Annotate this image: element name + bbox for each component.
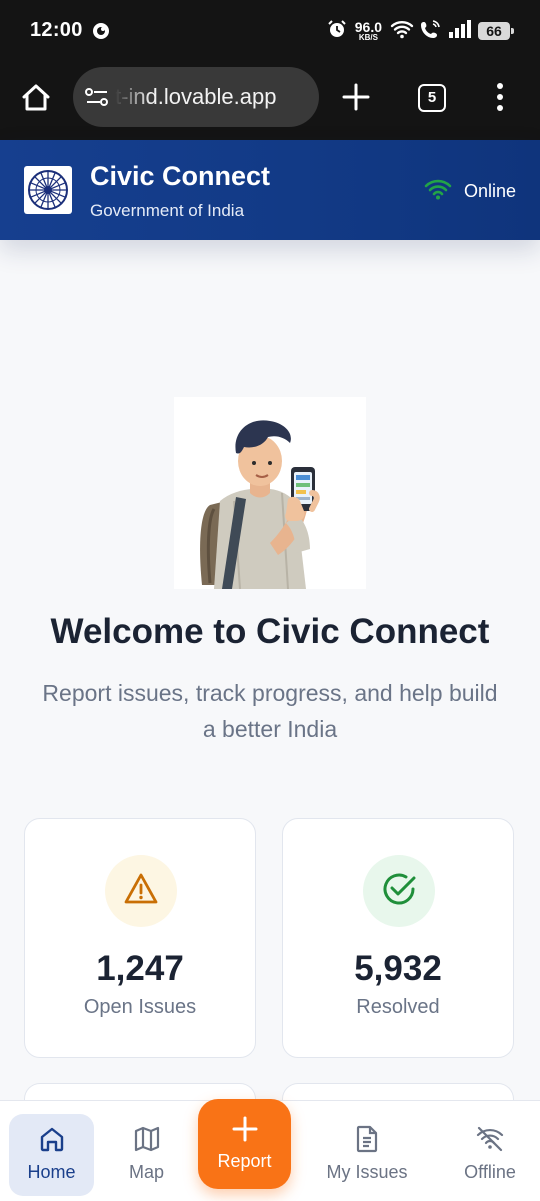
tab-switcher-button[interactable]: 5 <box>418 84 446 112</box>
warning-icon <box>123 872 159 911</box>
notification-app-icon <box>92 22 110 45</box>
stat-icon-badge <box>363 855 435 927</box>
connection-status: Online <box>424 178 516 205</box>
nav-map-label: Map <box>128 1162 164 1182</box>
address-bar[interactable]: t-ind.lovable.app <box>73 67 319 127</box>
document-icon <box>354 1124 380 1154</box>
wifi-icon <box>390 19 414 44</box>
nav-offline[interactable]: Offline <box>446 1114 534 1196</box>
resolved-label: Resolved <box>356 996 440 1018</box>
stat-card-open-issues[interactable]: 1,247 Open Issues <box>24 818 256 1058</box>
plus-icon <box>231 1115 259 1143</box>
open-issues-label: Open Issues <box>83 996 197 1018</box>
bottom-navigation: Home Map Report My Issues Offline <box>0 1099 540 1201</box>
signal-icon <box>448 19 472 44</box>
system-status-bar: 12:00 96.0 KB/S 66 <box>0 0 540 60</box>
connection-status-label: Online <box>463 181 516 201</box>
nav-offline-label: Offline <box>464 1162 516 1182</box>
welcome-subtitle: Report issues, track progress, and help … <box>42 680 498 742</box>
government-emblem-logo <box>24 166 72 214</box>
home-icon <box>38 1124 66 1154</box>
nav-home-label: Home <box>27 1162 76 1182</box>
map-icon <box>133 1124 161 1154</box>
wifi-online-icon <box>424 178 452 205</box>
wifi-calling-icon <box>420 19 442 44</box>
nav-map[interactable]: Map <box>104 1114 189 1196</box>
wifi-off-icon <box>475 1124 505 1154</box>
check-circle-icon <box>380 870 418 913</box>
nav-my-issues[interactable]: My Issues <box>310 1114 424 1196</box>
overflow-menu-icon[interactable] <box>494 82 506 117</box>
app-subtitle: Government of India <box>90 201 245 220</box>
stat-icon-badge <box>105 855 177 927</box>
report-issue-button[interactable]: Report <box>198 1099 291 1189</box>
url-text[interactable]: t-ind.lovable.app <box>115 67 319 127</box>
site-settings-icon[interactable] <box>85 87 109 112</box>
nav-home[interactable]: Home <box>9 1114 94 1196</box>
app-title: Civic Connect <box>90 161 271 191</box>
alarm-icon <box>327 19 347 44</box>
open-issues-count: 1,247 <box>96 949 184 988</box>
hero-illustration <box>174 397 366 590</box>
network-speed-unit: KB/S <box>358 33 378 42</box>
app-header: Civic Connect Government of India Online <box>0 140 540 240</box>
resolved-count: 5,932 <box>354 949 442 988</box>
browser-home-icon[interactable] <box>20 82 52 114</box>
new-tab-icon[interactable] <box>341 82 371 117</box>
stat-card-resolved[interactable]: 5,932 Resolved <box>282 818 514 1058</box>
nav-my-issues-label: My Issues <box>326 1162 408 1182</box>
home-content: Welcome to Civic Connect Report issues, … <box>0 240 540 1143</box>
welcome-title: Welcome to Civic Connect <box>50 612 490 651</box>
report-button-label: Report <box>217 1151 272 1171</box>
clock: 12:00 <box>30 19 83 41</box>
status-icons: 96.0 KB/S 66 <box>327 18 514 44</box>
battery-indicator: 66 <box>478 22 514 40</box>
network-speed-value: 96.0 <box>354 19 382 35</box>
browser-toolbar: t-ind.lovable.app 5 <box>0 60 540 140</box>
network-speed: 96.0 KB/S <box>355 20 382 42</box>
